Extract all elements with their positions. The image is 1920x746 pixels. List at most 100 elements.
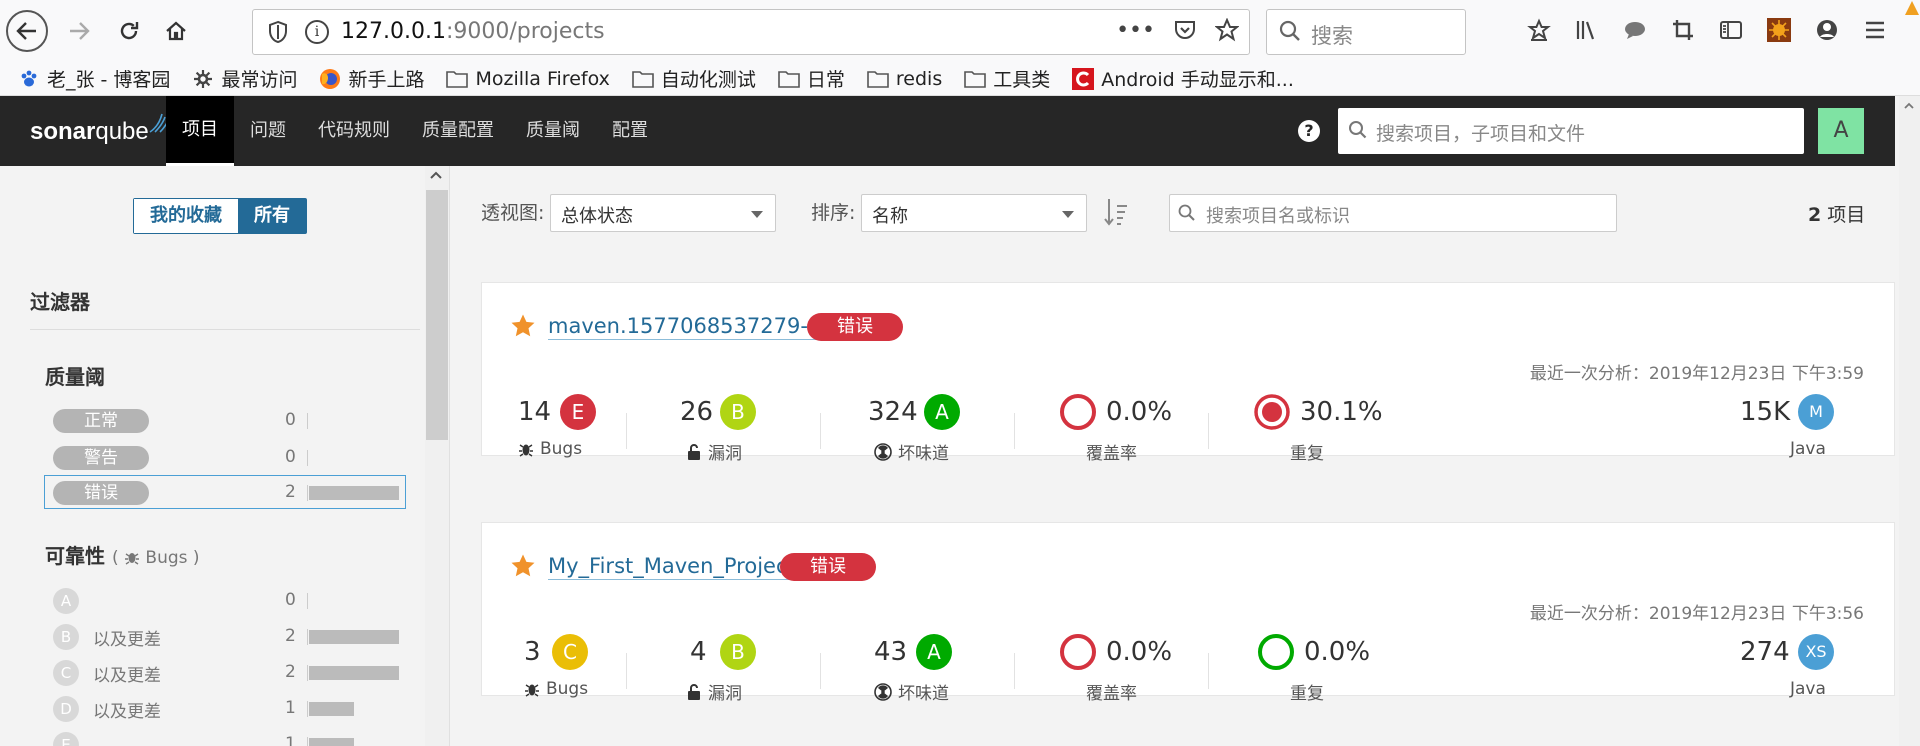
reliability-title-text: 可靠性 [45, 544, 105, 568]
nav-issues[interactable]: 问题 [234, 96, 302, 166]
page-scrollbar[interactable] [1899, 96, 1920, 746]
crop-icon[interactable] [1670, 14, 1696, 46]
bookmark-folder[interactable]: 日常 [778, 65, 845, 92]
scroll-up-icon[interactable] [429, 166, 443, 185]
nav-administration[interactable]: 配置 [596, 96, 664, 166]
nav-rules[interactable]: 代码规则 [302, 96, 406, 166]
metric-label: 漏洞 [686, 439, 742, 464]
sonarqube-logo[interactable]: sonarqube [30, 113, 169, 146]
metric-value: 30.1% [1300, 397, 1383, 427]
toggle-favorites[interactable]: 我的收藏 [134, 199, 238, 233]
bookmark-folder[interactable]: 工具类 [964, 65, 1050, 92]
starred-icon[interactable] [1526, 14, 1552, 46]
rating-label: 以及更差 [93, 666, 161, 686]
scroll-up-icon[interactable] [1903, 98, 1915, 114]
project-card: maven.1577068537279-api 错误 最近一次分析：2019年1… [481, 282, 1895, 464]
bookmark-star-icon[interactable] [1215, 18, 1239, 42]
reliability-facet-title: 可靠性 ( Bugs ) [45, 540, 200, 569]
coverage-ring-icon [1060, 394, 1096, 430]
quality-gate-row-selected[interactable]: 错误 2 [44, 475, 406, 509]
home-button[interactable] [155, 10, 197, 52]
projects-main: 透视图: 总体状态 排序: 名称 搜索项目名或标识 2 项目 maven.157… [451, 166, 1895, 746]
coverage-ring-icon [1060, 634, 1096, 670]
metric-value: 26 [680, 397, 714, 427]
sort-select[interactable]: 名称 [861, 194, 1087, 232]
bookmark-item[interactable]: 新手上路 [319, 65, 424, 92]
url-text[interactable]: 127.0.0.1:9000/projects [341, 19, 605, 44]
shield-icon[interactable] [267, 20, 289, 44]
nav-quality-gates[interactable]: 质量阈 [510, 96, 596, 166]
reliability-row[interactable]: A 0 [45, 585, 405, 617]
rating-badge: B [53, 624, 79, 650]
project-name-link[interactable]: maven.1577068537279-api [548, 313, 840, 340]
bookmark-folder[interactable]: 自动化测试 [632, 65, 756, 92]
metric-divider [1014, 413, 1015, 449]
nav-projects[interactable]: 项目 [166, 96, 234, 166]
url-bar[interactable]: i 127.0.0.1:9000/projects ••• [252, 9, 1250, 55]
url-host: 127.0.0.1 [341, 19, 446, 44]
site-info-icon[interactable]: i [305, 20, 329, 44]
perspective-select[interactable]: 总体状态 [550, 194, 776, 232]
account-icon[interactable] [1814, 14, 1840, 46]
user-avatar[interactable]: A [1818, 108, 1864, 154]
favorite-star-icon[interactable] [510, 553, 536, 579]
extension-icon[interactable] [1766, 14, 1792, 46]
page-actions-icon[interactable]: ••• [1116, 18, 1155, 43]
folder-icon [867, 70, 889, 88]
bookmark-item[interactable]: 最常访问 [192, 65, 297, 92]
bookmark-folder[interactable]: redis [867, 68, 942, 90]
code-smell-icon [874, 682, 892, 701]
code-smell-icon [874, 442, 892, 461]
sonar-navbar: sonarqube 项目 问题 代码规则 质量配置 质量阈 配置 ? 搜索项目，… [0, 96, 1895, 166]
facet-bar [309, 630, 399, 644]
scrollbar-thumb[interactable] [426, 190, 448, 440]
forward-button[interactable] [58, 10, 100, 52]
toggle-all[interactable]: 所有 [238, 199, 306, 233]
reload-button[interactable] [108, 10, 150, 52]
reliability-row[interactable]: E 1 [45, 729, 405, 746]
reliability-row[interactable]: D 以及更差 1 [45, 693, 405, 725]
back-button[interactable] [6, 10, 48, 52]
sidebar-scrollbar[interactable] [425, 166, 449, 746]
gear-icon [192, 69, 214, 88]
chat-icon[interactable] [1622, 14, 1648, 46]
quality-gate-row[interactable]: 正常 0 [45, 405, 405, 437]
reliability-row[interactable]: B 以及更差 2 [45, 621, 405, 653]
pocket-icon[interactable] [1173, 18, 1197, 42]
sort-order-icon[interactable] [1103, 196, 1129, 228]
favorite-star-icon[interactable] [510, 313, 536, 339]
rating-label: 以及更差 [93, 630, 161, 650]
bookmark-label: Mozilla Firefox [475, 67, 610, 90]
vulns-label-text: 漏洞 [708, 444, 742, 464]
library-icon[interactable] [1574, 14, 1600, 46]
bookmark-item[interactable]: Android 手动显示和... [1072, 65, 1294, 92]
browser-search[interactable]: 搜索 [1266, 9, 1466, 55]
project-name-link[interactable]: My_First_Maven_Project [548, 553, 796, 580]
size-rating-badge: XS [1798, 634, 1834, 670]
menu-icon[interactable] [1862, 14, 1888, 46]
nav-quality-profiles[interactable]: 质量配置 [406, 96, 510, 166]
project-search-input[interactable]: 搜索项目名或标识 [1169, 194, 1617, 232]
quality-gate-row[interactable]: 警告 0 [45, 442, 405, 474]
project-search-placeholder: 搜索项目名或标识 [1206, 206, 1350, 227]
facet-count: 1 [285, 734, 296, 746]
bookmark-item[interactable]: 老_张 - 博客园 [18, 65, 170, 92]
home-icon [166, 21, 186, 41]
bookmark-label: 最常访问 [221, 69, 298, 91]
search-icon [1178, 204, 1195, 221]
reliability-row[interactable]: C 以及更差 2 [45, 657, 405, 689]
bookmark-folder[interactable]: Mozilla Firefox [446, 67, 610, 90]
smells-label-text: 坏味道 [898, 444, 949, 464]
bookmark-label: Android 手动显示和... [1101, 69, 1294, 91]
facet-bar-axis [307, 485, 308, 501]
bug-icon [525, 684, 539, 697]
facet-bar-axis [307, 450, 308, 466]
facet-count: 0 [285, 410, 296, 430]
sidebar-icon[interactable] [1718, 14, 1744, 46]
arrow-right-icon [70, 22, 90, 40]
duplication-label: 重复 [1290, 444, 1324, 464]
paw-icon [18, 70, 40, 88]
help-icon[interactable]: ? [1298, 120, 1320, 142]
global-search-input[interactable]: 搜索项目，子项目和文件 [1338, 108, 1804, 154]
divider [30, 329, 420, 330]
